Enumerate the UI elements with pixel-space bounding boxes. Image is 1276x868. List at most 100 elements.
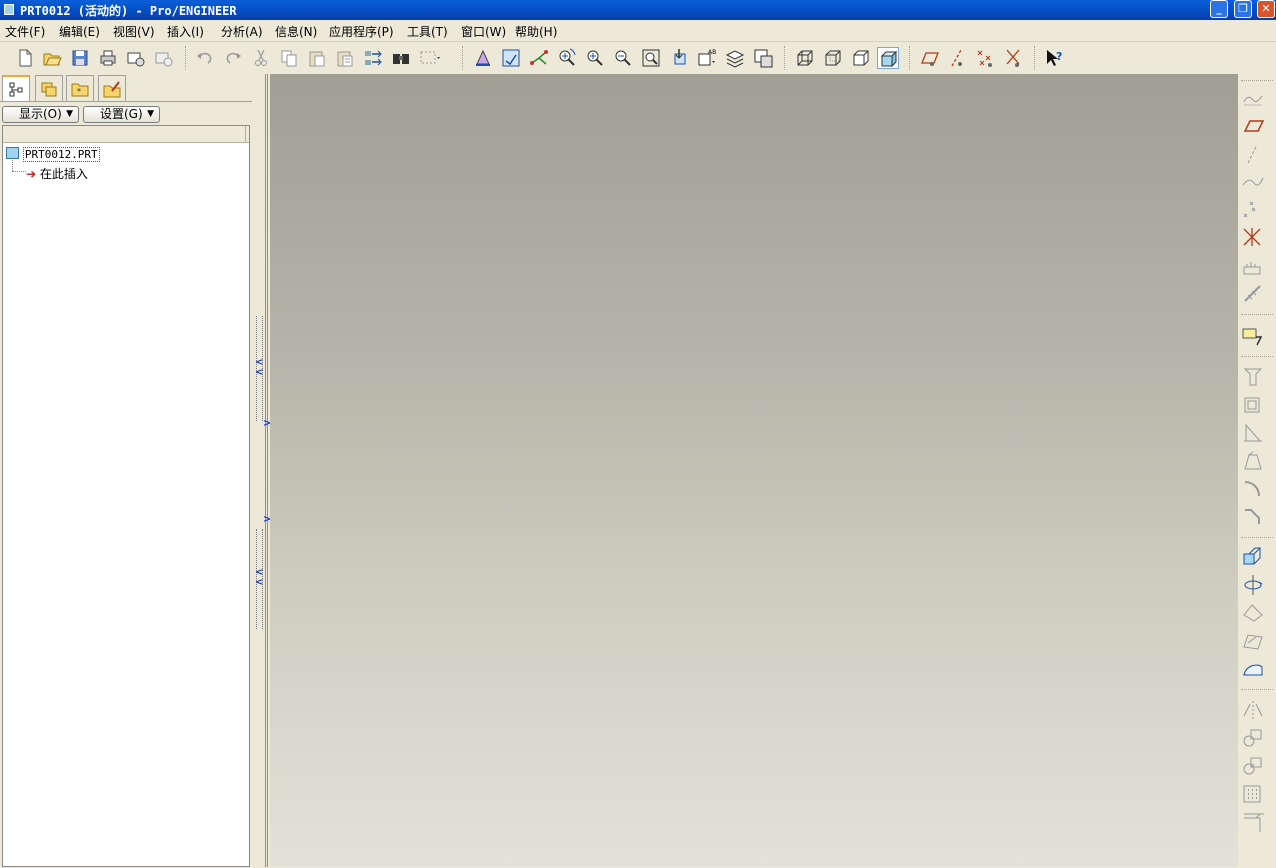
pattern-icon[interactable] xyxy=(1240,782,1266,806)
hole-icon[interactable] xyxy=(1240,365,1266,389)
connections-tab[interactable] xyxy=(98,75,126,102)
model-tree-tab[interactable] xyxy=(2,75,30,103)
restore-button[interactable]: ❐ xyxy=(1234,0,1252,18)
datum-plane-icon[interactable] xyxy=(1240,114,1266,138)
sketched-datum-icon[interactable] xyxy=(1240,86,1266,110)
show-dropdown[interactable]: 显示(O) ▼ xyxy=(2,106,79,123)
svg-text:*: * xyxy=(77,87,81,96)
undo-icon[interactable] xyxy=(194,47,216,69)
close-button[interactable]: ✕ xyxy=(1257,0,1275,18)
csys-display-icon[interactable] xyxy=(1002,47,1024,69)
revolve-icon[interactable] xyxy=(1240,573,1266,597)
trim-icon[interactable] xyxy=(1240,754,1266,778)
tree-root-item[interactable]: PRT0012.PRT xyxy=(6,147,100,162)
regenerate-icon[interactable] xyxy=(362,47,384,69)
datum-axis-icon[interactable] xyxy=(1240,142,1266,166)
chamfer-icon[interactable] xyxy=(1240,505,1266,529)
tree-root-label: PRT0012.PRT xyxy=(22,147,100,162)
datum-axes-display-icon[interactable] xyxy=(946,47,968,69)
refit-icon[interactable] xyxy=(640,47,662,69)
repaint-icon[interactable] xyxy=(472,47,494,69)
menu-edit[interactable]: 编辑(E) xyxy=(59,23,100,40)
zoom-out-small-icon[interactable] xyxy=(612,47,634,69)
collapse-left-icon[interactable]: < < xyxy=(255,568,263,588)
spin-center-icon[interactable] xyxy=(528,47,550,69)
no-hidden-icon[interactable] xyxy=(850,47,872,69)
datum-csys-icon[interactable] xyxy=(1240,226,1266,250)
connections-tab-icon xyxy=(103,81,121,98)
menu-applications[interactable]: 应用程序(P) xyxy=(329,23,394,40)
mirror-icon[interactable] xyxy=(1240,698,1266,722)
menu-window[interactable]: 窗口(W) xyxy=(461,23,506,40)
new-icon[interactable] xyxy=(14,47,36,69)
app-icon[interactable] xyxy=(4,4,14,15)
round-icon[interactable] xyxy=(1240,477,1266,501)
blend-icon[interactable] xyxy=(1240,629,1266,653)
shell-icon[interactable] xyxy=(1240,393,1266,417)
zoom-in-icon[interactable] xyxy=(556,47,578,69)
menu-tools[interactable]: 工具(T) xyxy=(407,23,448,40)
favorites-tab[interactable]: * xyxy=(66,75,94,102)
annotation-display-icon[interactable]: AB xyxy=(696,47,718,69)
menu-help[interactable]: 帮助(H) xyxy=(515,23,557,40)
analysis-feature-icon[interactable] xyxy=(1240,254,1266,278)
copy-icon[interactable] xyxy=(278,47,300,69)
open-icon[interactable] xyxy=(41,47,63,69)
datum-point-icon[interactable] xyxy=(1240,198,1266,222)
draft-icon[interactable] xyxy=(1240,449,1266,473)
find-icon[interactable] xyxy=(390,47,412,69)
send-mail-icon[interactable] xyxy=(125,47,147,69)
selection-box-icon[interactable] xyxy=(418,47,440,69)
extrude-icon[interactable] xyxy=(1240,545,1266,569)
paste-icon[interactable] xyxy=(306,47,328,69)
svg-text:AB: AB xyxy=(708,49,716,56)
view-manager-icon[interactable] xyxy=(752,47,774,69)
navigator-tabs: * xyxy=(0,74,262,103)
rib-icon[interactable] xyxy=(1240,421,1266,445)
reorient-icon[interactable] xyxy=(668,47,690,69)
variable-sweep-icon[interactable] xyxy=(1240,601,1266,625)
insert-here-item[interactable]: ➔ 在此插入 xyxy=(26,165,88,182)
model-tree[interactable]: PRT0012.PRT ➔ 在此插入 xyxy=(2,125,250,867)
cut-icon[interactable] xyxy=(250,47,272,69)
context-help-icon[interactable]: ? xyxy=(1044,47,1066,69)
datum-planes-display-icon[interactable] xyxy=(918,47,940,69)
send-link-icon[interactable] xyxy=(153,47,175,69)
navigator-panel: 显示(O) ▼ 设置(G) ▼ PRT0012.PRT ➔ 在此插入 xyxy=(0,101,252,868)
title-bar[interactable]: PRT0012 (活动的) - Pro/ENGINEER _ ❐ ✕ xyxy=(0,0,1276,20)
settings-dropdown[interactable]: 设置(G) ▼ xyxy=(83,106,160,123)
datum-points-display-icon[interactable] xyxy=(974,47,996,69)
minimize-button[interactable]: _ xyxy=(1210,0,1228,18)
feature-toolbar xyxy=(1238,74,1276,867)
svg-text:?: ? xyxy=(1056,50,1062,63)
datum-graph-icon[interactable] xyxy=(1240,282,1266,306)
splitter-line xyxy=(265,74,268,867)
offset-icon[interactable] xyxy=(1240,810,1266,834)
menu-analysis[interactable]: 分析(A) xyxy=(221,23,263,40)
redo-icon[interactable] xyxy=(222,47,244,69)
show-dropdown-label: 显示(O) xyxy=(19,107,62,121)
shading-icon[interactable] xyxy=(877,47,899,69)
hidden-line-icon[interactable] xyxy=(822,47,844,69)
merge-icon[interactable] xyxy=(1240,726,1266,750)
menu-view[interactable]: 视图(V) xyxy=(113,23,155,40)
menu-info[interactable]: 信息(N) xyxy=(275,23,317,40)
paste-special-icon[interactable] xyxy=(334,47,356,69)
collapse-left-icon[interactable]: < < xyxy=(255,358,263,378)
panel-splitter[interactable]: < < < < > > xyxy=(252,74,271,867)
layers-icon[interactable] xyxy=(724,47,746,69)
menu-insert[interactable]: 插入(I) xyxy=(167,23,204,40)
menu-bar: 文件(F) 编辑(E) 视图(V) 插入(I) 分析(A) 信息(N) 应用程序… xyxy=(0,20,1276,42)
print-icon[interactable] xyxy=(97,47,119,69)
close-icon: ✕ xyxy=(1261,2,1271,15)
folder-browser-tab[interactable] xyxy=(35,75,63,102)
wireframe-icon[interactable] xyxy=(794,47,816,69)
style-icon[interactable] xyxy=(1240,657,1266,681)
save-icon[interactable] xyxy=(69,47,91,69)
zoom-out-icon[interactable] xyxy=(584,47,606,69)
datum-curve-icon[interactable] xyxy=(1240,170,1266,194)
menu-file[interactable]: 文件(F) xyxy=(5,23,45,40)
sketch-tool-icon[interactable] xyxy=(1240,324,1266,348)
graphics-window[interactable] xyxy=(270,74,1238,867)
orient-icon[interactable] xyxy=(500,47,522,69)
